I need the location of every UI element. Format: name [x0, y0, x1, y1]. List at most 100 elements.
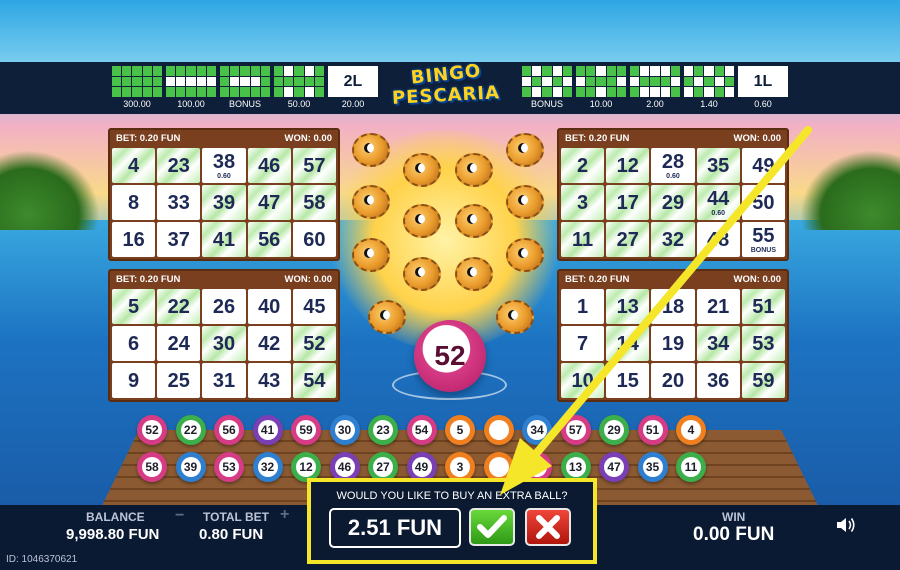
card-cell: 33 [157, 185, 201, 220]
payline-value: 2.00 [646, 99, 664, 109]
payline-pattern: BONUS [522, 66, 572, 110]
cell-number: 21 [707, 295, 730, 318]
ball-number [488, 420, 509, 440]
card-cell: 21 [696, 289, 740, 324]
cell-number: 30 [212, 332, 236, 355]
payline-value: 20.00 [341, 99, 365, 109]
drawn-ball-item: 56 [214, 415, 244, 445]
ball-number: 54 [411, 420, 432, 440]
payline-value: 0.60 [754, 99, 772, 109]
game-stage: 300.00 100.00 BONUS 50.00 2L 20.00 BONUS… [0, 0, 900, 570]
bingo-card-4[interactable]: BET: 0.20 FUN WON: 0.00 1 13 18 21 51 7 14 19 34 5… [557, 269, 789, 402]
payline-pattern: BONUS [220, 66, 270, 110]
ball-number: 57 [565, 420, 586, 440]
card-cell: 52 [292, 326, 336, 361]
pufferfish-icon [455, 153, 493, 187]
bingo-card-1[interactable]: BET: 0.20 FUN WON: 0.00 4 23 38 0.60 46 57 8 33 3… [108, 128, 340, 261]
card-cell: 20 [651, 363, 695, 398]
cell-number: 38 [212, 150, 236, 173]
drawn-ball-item: 35 [637, 452, 668, 482]
cell-number: 24 [167, 332, 190, 355]
ball-number: 52 [142, 420, 162, 440]
sound-icon[interactable] [835, 515, 857, 535]
card-cell: 51 [741, 289, 785, 324]
cell-number: 58 [303, 191, 326, 214]
card-cell: 3 [561, 185, 605, 220]
cell-number: 40 [258, 295, 281, 318]
extra-ball-dialog: WOULD YOU LIKE TO BUY AN EXTRA BALL? 2.5… [307, 478, 597, 564]
card-cell: 14 [606, 326, 650, 361]
drawn-ball-item: 54 [406, 415, 437, 445]
cell-number: 33 [167, 191, 190, 214]
ball-number [488, 457, 509, 477]
cell-number: 8 [128, 191, 140, 214]
drawn-ball-item: 11 [676, 452, 706, 482]
cell-number: 10 [571, 369, 594, 392]
drawn-ball-item: 57 [560, 415, 591, 445]
cell-number: 26 [212, 295, 236, 318]
card-cell: 49 [741, 148, 785, 183]
drawn-ball-item: 22 [175, 415, 206, 445]
pufferfish-icon [496, 300, 534, 334]
cell-number: 59 [752, 369, 775, 392]
cell-number: 22 [167, 295, 190, 318]
card-cell: 7 [561, 326, 605, 361]
cell-number: 32 [661, 228, 685, 251]
confirm-extra-ball-button[interactable] [469, 508, 515, 546]
card-cell: 53 [741, 326, 785, 361]
cell-number: 1 [577, 295, 589, 318]
win-value: 0.00 FUN [693, 524, 775, 545]
increase-bet-button[interactable]: + [280, 506, 289, 524]
cell-number: 20 [661, 369, 685, 392]
cell-number: 27 [616, 228, 639, 251]
card-cell: 12 [606, 148, 650, 183]
session-id: ID: 1046370621 [6, 554, 78, 565]
cell-number: 13 [616, 295, 639, 318]
card-cell: 34 [696, 326, 740, 361]
bingo-card-2[interactable]: BET: 0.20 FUN WON: 0.00 2 12 28 0.60 35 49 3 17 2… [557, 128, 789, 261]
ball-number: 23 [373, 420, 393, 440]
drawn-ball-item: 23 [368, 415, 398, 445]
card-cell: 5 [112, 289, 156, 324]
card-cell: 13 [606, 289, 650, 324]
card-cell: 2 [561, 148, 605, 183]
card-cell: 55 BONUS [741, 222, 785, 257]
card-bet: BET: 0.20 FUN [565, 133, 630, 144]
palm-island-left [0, 150, 100, 230]
pufferfish-icon [352, 185, 390, 219]
card-cell: 50 [741, 185, 785, 220]
card-cell: 1 [561, 289, 605, 324]
ball-number: 50 [527, 457, 547, 477]
card-cell: 41 [202, 222, 246, 257]
decrease-bet-button[interactable]: − [175, 507, 184, 525]
payline-pattern: 1.40 [684, 66, 734, 110]
card-cell: 9 [112, 363, 156, 398]
card-cell: 38 0.60 [202, 148, 246, 183]
ball-number: 11 [681, 457, 701, 477]
drawn-ball-item: 34 [522, 415, 552, 445]
decline-extra-ball-button[interactable] [525, 508, 571, 546]
cell-number: 5 [128, 295, 140, 318]
ball-number: 56 [219, 420, 239, 440]
ball-number: 12 [296, 457, 316, 477]
card-cells: 1 13 18 21 51 7 14 19 34 53 10 15 20 36 59 [559, 287, 787, 400]
card-cell: 15 [606, 363, 650, 398]
drawn-ball-item: 39 [175, 452, 206, 482]
bingo-card-3[interactable]: BET: 0.20 FUN WON: 0.00 5 22 26 40 45 6 24 30 42 5… [108, 269, 340, 402]
ball-number: 41 [257, 420, 278, 440]
card-cell: 17 [606, 185, 650, 220]
ball-number: 4 [681, 420, 701, 440]
cell-number: 17 [616, 191, 639, 214]
card-cell: 48 [696, 222, 740, 257]
drawn-ball-item: 58 [137, 452, 167, 482]
card-cell: 40 [247, 289, 291, 324]
checkmark-icon [477, 515, 507, 538]
card-cell: 26 [202, 289, 246, 324]
drawn-ball: 52 [414, 320, 486, 392]
payline-pattern: 50.00 [274, 66, 324, 110]
payline-value: 50.00 [287, 99, 311, 109]
total-bet-label: TOTAL BET [203, 510, 269, 524]
card-cell: 43 [247, 363, 291, 398]
ball-number: 13 [565, 457, 586, 477]
card-cell: 27 [606, 222, 650, 257]
